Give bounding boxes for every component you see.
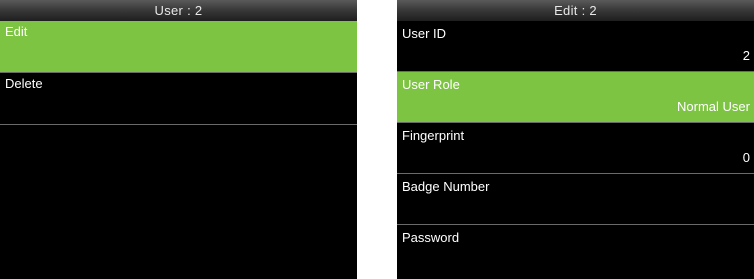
field-value: 2	[742, 48, 750, 63]
field-label: User ID	[402, 26, 447, 41]
field-badge-number[interactable]: Badge Number	[397, 174, 754, 225]
screen-title: Edit : 2	[397, 0, 754, 21]
field-user-role[interactable]: User Role Normal User	[397, 72, 754, 123]
field-password[interactable]: Password	[397, 225, 754, 276]
user-menu-screen: User : 2 Edit Delete	[0, 0, 357, 279]
field-value: 0	[742, 150, 750, 165]
field-label: User Role	[402, 77, 460, 92]
field-value: Normal User	[677, 99, 750, 114]
menu-item-label: Delete	[5, 76, 43, 91]
field-label: Password	[402, 230, 460, 245]
screen-title: User : 2	[0, 0, 357, 21]
field-label: Fingerprint	[402, 128, 465, 143]
menu-item-label: Edit	[5, 24, 28, 39]
field-label: Badge Number	[402, 179, 490, 194]
field-user-id[interactable]: User ID 2	[397, 21, 754, 72]
edit-user-screen: Edit : 2 User ID 2 User Role Normal User…	[397, 0, 754, 279]
menu-item-delete[interactable]: Delete	[0, 73, 357, 125]
field-fingerprint[interactable]: Fingerprint 0	[397, 123, 754, 174]
menu-item-edit[interactable]: Edit	[0, 21, 357, 73]
